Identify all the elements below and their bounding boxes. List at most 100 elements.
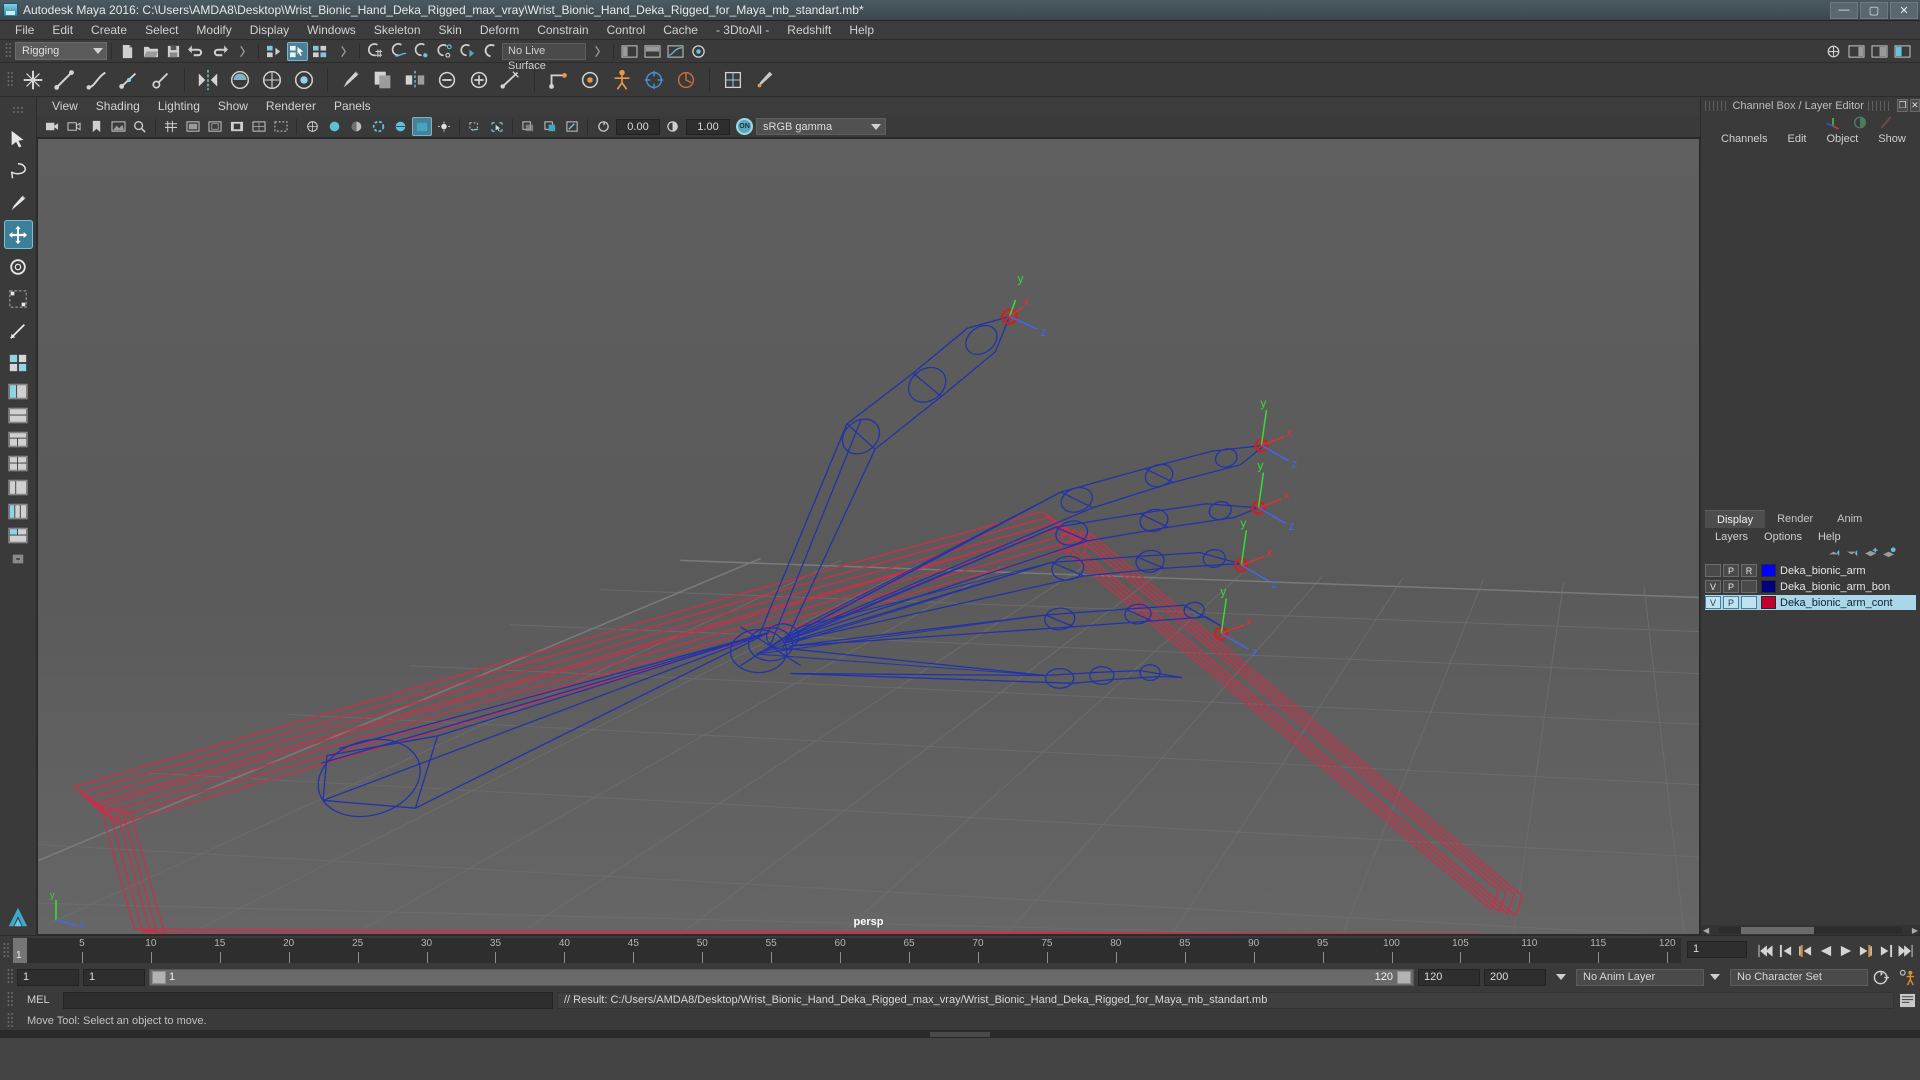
- add-influence-icon[interactable]: [463, 65, 495, 95]
- snap-to-grid-icon[interactable]: [365, 42, 386, 61]
- anim-start-field[interactable]: 120: [1418, 968, 1480, 986]
- layout-quad-icon[interactable]: [6, 452, 31, 474]
- menu-item-redshift[interactable]: Redshift: [778, 21, 840, 40]
- auto-keyframe-icon[interactable]: [1871, 968, 1891, 986]
- layout-hypershade-icon[interactable]: [6, 500, 31, 522]
- show-graph-editor-icon[interactable]: [665, 42, 686, 61]
- range-start-field[interactable]: 1: [17, 968, 79, 986]
- scroll-thumb[interactable]: [1741, 926, 1815, 934]
- snap-to-point-icon[interactable]: [411, 42, 432, 61]
- go-to-end-icon[interactable]: [1897, 943, 1914, 959]
- rigid-bind-icon[interactable]: [256, 65, 288, 95]
- shadows-icon[interactable]: [465, 117, 485, 136]
- wireframe-shading-icon[interactable]: [302, 117, 322, 136]
- xray-active-components-icon[interactable]: [562, 117, 582, 136]
- scroll-right-icon[interactable]: ▶: [1912, 926, 1918, 935]
- remove-influence-icon[interactable]: [495, 65, 527, 95]
- layer-color-swatch[interactable]: [1761, 564, 1776, 577]
- tab-render[interactable]: Render: [1765, 510, 1826, 528]
- maya-bonus-icon[interactable]: [4, 903, 33, 932]
- menu-item-deform[interactable]: Deform: [471, 21, 528, 40]
- display-layer-list[interactable]: P R Deka_bionic_arm V P Deka_bionic_arm_…: [1701, 561, 1920, 925]
- statusline-expand3-icon[interactable]: [587, 42, 608, 61]
- move-layer-down-icon[interactable]: [1844, 546, 1862, 560]
- menu-item-file[interactable]: File: [6, 21, 43, 40]
- layer-color-swatch[interactable]: [1761, 596, 1776, 609]
- perspective-viewport[interactable]: y x z y x z y x z y x z y x z y z persp: [37, 138, 1700, 935]
- menu-item-windows[interactable]: Windows: [298, 21, 365, 40]
- smooth-shade-all-icon[interactable]: [324, 117, 344, 136]
- xray-icon[interactable]: [518, 117, 538, 136]
- gamma-field[interactable]: 1.00: [686, 118, 730, 135]
- animation-preferences-icon[interactable]: [1897, 968, 1917, 986]
- joint-tool-icon[interactable]: [145, 65, 177, 95]
- render-settings-icon[interactable]: [1823, 42, 1844, 61]
- statusline-expand2-icon[interactable]: [333, 42, 354, 61]
- paint-blend-shape-icon[interactable]: [749, 65, 781, 95]
- vp-menu-panels[interactable]: Panels: [325, 97, 380, 116]
- layer-horizontal-scrollbar[interactable]: ◀ ▶: [1701, 925, 1920, 935]
- menu-item-create[interactable]: Create: [82, 21, 136, 40]
- anim-layer-select[interactable]: No Anim Layer: [1576, 968, 1704, 986]
- lasso-tool-icon[interactable]: [4, 156, 33, 185]
- vp-menu-show[interactable]: Show: [209, 97, 257, 116]
- go-to-start-icon[interactable]: [1757, 943, 1774, 959]
- select-tool-icon[interactable]: [4, 124, 33, 153]
- layer-menu-layers[interactable]: Layers: [1707, 531, 1756, 543]
- scroll-track[interactable]: [1719, 926, 1902, 934]
- range-min-field[interactable]: 1: [83, 968, 145, 986]
- layout-two-pane-icon[interactable]: [6, 404, 31, 426]
- cb-menu-edit[interactable]: Edit: [1777, 133, 1816, 145]
- shade-options-icon[interactable]: [368, 117, 388, 136]
- create-joint-icon[interactable]: [17, 65, 49, 95]
- film-gate-icon[interactable]: [183, 117, 203, 136]
- wireframe-on-shaded-icon[interactable]: [390, 117, 410, 136]
- vp-menu-view[interactable]: View: [43, 97, 87, 116]
- new-layer-icon[interactable]: [1862, 546, 1880, 560]
- range-right-handle[interactable]: [1397, 970, 1411, 984]
- interactive-bind-icon[interactable]: [288, 65, 320, 95]
- menu-item-control[interactable]: Control: [598, 21, 655, 40]
- camera-attributes-icon[interactable]: [64, 117, 84, 136]
- menu-item-select[interactable]: Select: [136, 21, 187, 40]
- layer-display-mode[interactable]: [1741, 596, 1757, 609]
- show-render-view-icon[interactable]: [688, 42, 709, 61]
- mirror-skin-weights-icon[interactable]: [399, 65, 431, 95]
- menu-item-help[interactable]: Help: [840, 21, 883, 40]
- parent-constraint-icon[interactable]: [542, 65, 574, 95]
- menu-item-3dtoall[interactable]: - 3DtoAll -: [707, 21, 778, 40]
- toolbox-grip[interactable]: [6, 100, 31, 122]
- prune-weights-icon[interactable]: [431, 65, 463, 95]
- panel-close-button[interactable]: ✕: [1909, 99, 1920, 112]
- help-line-grip[interactable]: [7, 1011, 14, 1030]
- layout-more-icon[interactable]: [6, 548, 31, 570]
- step-back-keyframe-icon[interactable]: [1777, 943, 1794, 959]
- character-set-select[interactable]: No Character Set: [1730, 968, 1868, 986]
- attribute-editor-toggle-icon[interactable]: [1869, 42, 1890, 61]
- manipulator-axis-icon[interactable]: [1824, 115, 1842, 130]
- move-tool-icon[interactable]: [3, 220, 33, 249]
- show-hypergraph-icon[interactable]: [642, 42, 663, 61]
- aim-constraint-icon[interactable]: [638, 65, 670, 95]
- move-layer-up-icon[interactable]: [1826, 546, 1844, 560]
- smooth-bind-icon[interactable]: [224, 65, 256, 95]
- chevron-down-icon[interactable]: [1556, 974, 1566, 980]
- menu-item-skeleton[interactable]: Skeleton: [365, 21, 430, 40]
- shelf-grip[interactable]: [7, 70, 14, 89]
- layer-display-mode[interactable]: [1741, 580, 1757, 593]
- open-scene-icon[interactable]: [140, 42, 161, 61]
- field-chart-icon[interactable]: [249, 117, 269, 136]
- mirror-joint-icon[interactable]: [192, 65, 224, 95]
- command-line-grip[interactable]: [7, 991, 14, 1009]
- channel-box-content[interactable]: [1701, 148, 1920, 510]
- lattice-deformer-icon[interactable]: [717, 65, 749, 95]
- rotate-tool-icon[interactable]: [4, 252, 33, 281]
- layer-name[interactable]: Deka_bionic_arm_cont: [1780, 597, 1893, 609]
- time-slider-grip[interactable]: [3, 942, 10, 960]
- mel-result-line[interactable]: // Result: C:/Users/AMDA8/Desktop/Wrist_…: [557, 991, 1894, 1009]
- isolate-select-icon[interactable]: [487, 117, 507, 136]
- create-ik-spline-icon[interactable]: [81, 65, 113, 95]
- insert-joint-icon[interactable]: [113, 65, 145, 95]
- layer-display-mode[interactable]: R: [1741, 564, 1757, 577]
- point-constraint-icon[interactable]: [574, 65, 606, 95]
